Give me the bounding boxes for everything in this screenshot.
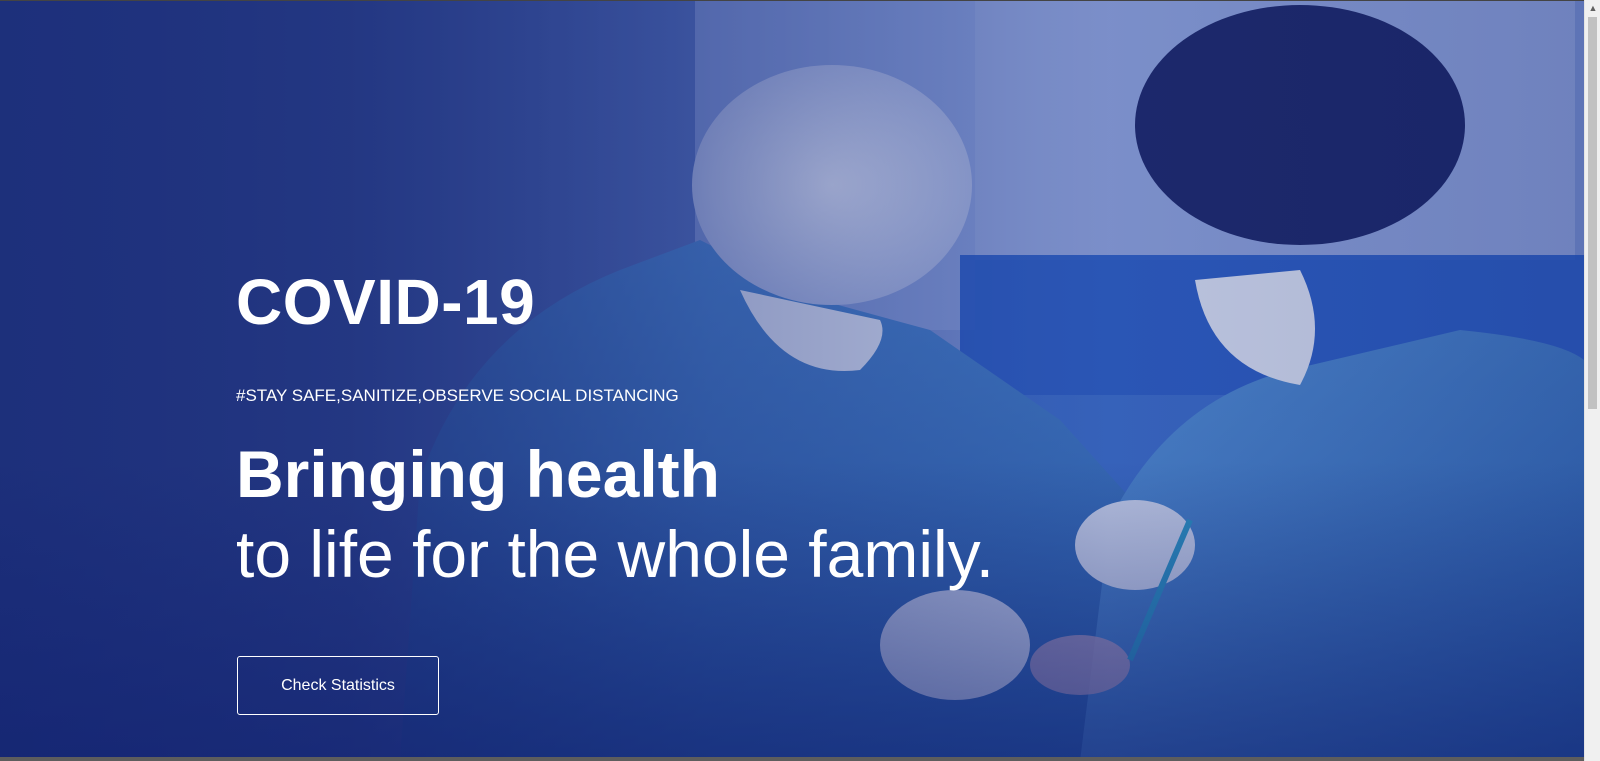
check-statistics-button[interactable]: Check Statistics (237, 656, 439, 715)
hero-heading: Bringing health (236, 437, 720, 511)
hero-section: COVID-19 #STAY SAFE,SANITIZE,OBSERVE SOC… (0, 0, 1584, 761)
window-top-border (0, 0, 1584, 1)
scroll-up-arrow-icon[interactable]: ▲ (1585, 0, 1600, 16)
hero-tagline: #STAY SAFE,SANITIZE,OBSERVE SOCIAL DISTA… (236, 386, 679, 405)
scrollbar-thumb[interactable] (1588, 17, 1597, 409)
horizontal-scrollbar-track[interactable] (0, 757, 1584, 761)
page-viewport: COVID-19 #STAY SAFE,SANITIZE,OBSERVE SOC… (0, 0, 1584, 761)
hero-content: COVID-19 #STAY SAFE,SANITIZE,OBSERVE SOC… (236, 270, 1136, 594)
hero-title: COVID-19 (236, 266, 536, 338)
hero-subheading: to life for the whole family. (236, 516, 995, 591)
vertical-scrollbar[interactable]: ▲ (1584, 0, 1600, 761)
